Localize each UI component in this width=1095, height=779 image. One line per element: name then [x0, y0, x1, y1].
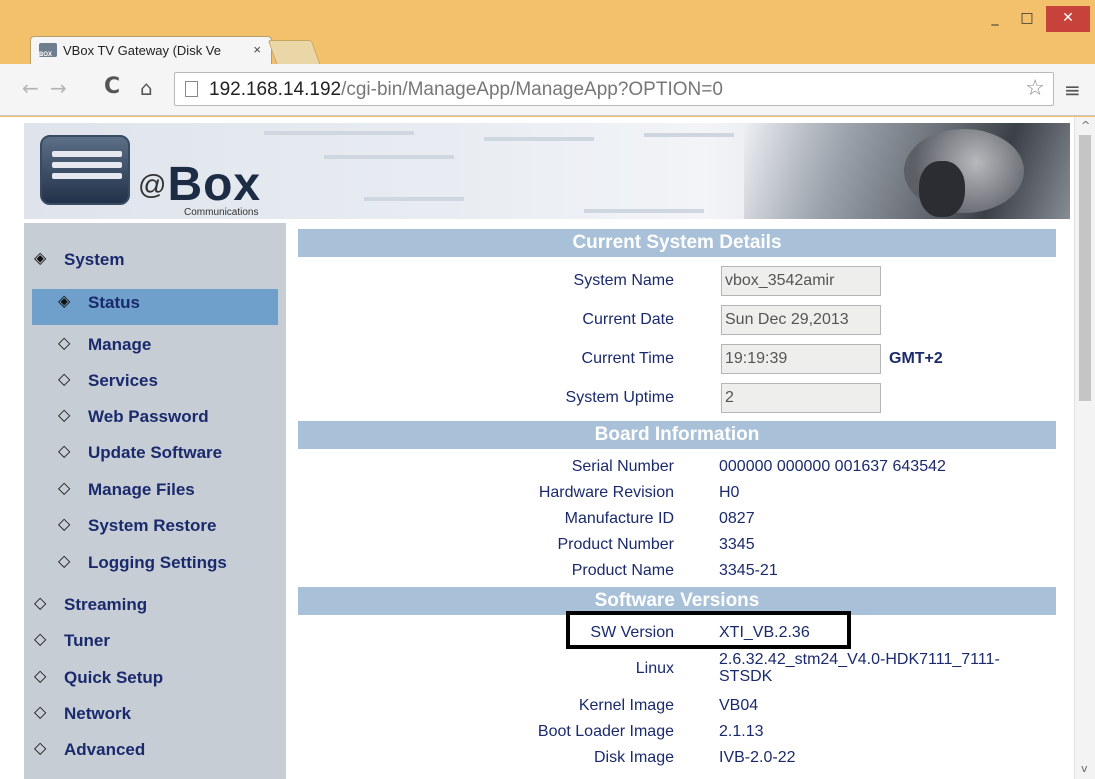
- new-tab-button[interactable]: [267, 40, 321, 64]
- sidebar-item-manage-files[interactable]: ◇ Manage Files: [24, 476, 286, 506]
- current-date-label: Current Date: [582, 311, 674, 328]
- header-banner: @Box Communications: [24, 123, 1070, 219]
- disk-image-value: IVB-2.0-22: [719, 749, 796, 766]
- boot-loader-image-label: Boot Loader Image: [537, 723, 674, 740]
- sidebar-item-streaming[interactable]: ◇ Streaming: [24, 591, 286, 621]
- browser-toolbar: ← → C ⌂ 192.168.14.192/cgi-bin/ManageApp…: [0, 64, 1095, 116]
- diamond-icon: ◇: [34, 738, 47, 757]
- banner-photo-remote: [919, 161, 965, 217]
- scroll-thumb[interactable]: [1079, 135, 1091, 401]
- sidebar-item-status[interactable]: ◈ Status: [32, 289, 278, 325]
- product-name-label: Product Name: [571, 562, 674, 579]
- diamond-icon: ◇: [58, 333, 71, 352]
- sidebar-item-system-restore[interactable]: ◇ System Restore: [24, 512, 286, 542]
- hardware-revision-label: Hardware Revision: [538, 484, 674, 501]
- sw-version-highlight-box: [566, 611, 851, 649]
- uptime-field[interactable]: 2: [721, 383, 881, 413]
- home-icon[interactable]: ⌂: [140, 76, 153, 100]
- diamond-icon: ◇: [58, 514, 71, 533]
- kernel-image-label: Kernel Image: [578, 697, 674, 714]
- manufacture-id-value: 0827: [719, 510, 755, 527]
- diamond-icon: ◇: [34, 666, 47, 685]
- kernel-image-value: VB04: [719, 697, 759, 714]
- diamond-icon: ◇: [58, 369, 71, 388]
- serial-number-value: 000000 000000 001637 643542: [719, 458, 946, 475]
- url-path: /cgi-bin/ManageApp/ManageApp?OPTION=0: [341, 79, 723, 100]
- diamond-filled-icon: ◈: [34, 248, 47, 267]
- sidebar-item-system[interactable]: ◈ System: [24, 246, 286, 276]
- manufacture-id-label: Manufacture ID: [564, 510, 674, 527]
- sidebar-item-network[interactable]: ◇ Network: [24, 700, 286, 730]
- star-icon[interactable]: ☆: [1025, 76, 1045, 101]
- menu-icon[interactable]: ≡: [1064, 78, 1081, 102]
- page-content: @Box Communications ◈ System ◈ Status ◇ Man…: [0, 117, 1095, 779]
- diamond-icon: ◇: [58, 551, 71, 570]
- sidebar-item-update-software[interactable]: ◇ Update Software: [24, 439, 286, 469]
- tab-close-icon[interactable]: ×: [253, 42, 261, 57]
- logo-subtitle: Communications: [184, 207, 259, 218]
- diamond-icon: ◇: [34, 593, 47, 612]
- maximize-button[interactable]: □: [1012, 6, 1042, 32]
- sidebar-item-tuner[interactable]: ◇ Tuner: [24, 627, 286, 657]
- product-name-value: 3345-21: [719, 562, 778, 579]
- banner-decoration: [644, 133, 734, 137]
- scroll-down-icon[interactable]: v: [1081, 762, 1088, 775]
- vertical-scrollbar[interactable]: ^ v: [1074, 117, 1095, 779]
- timezone-label: GMT+2: [889, 350, 943, 367]
- sidebar-item-services[interactable]: ◇ Services: [24, 367, 286, 397]
- diamond-filled-icon: ◈: [58, 291, 71, 310]
- banner-decoration: [264, 131, 414, 135]
- uptime-label: System Uptime: [565, 389, 674, 406]
- diamond-icon: ◇: [34, 702, 47, 721]
- linux-label: Linux: [635, 660, 674, 677]
- current-time-label: Current Time: [581, 350, 674, 367]
- address-bar[interactable]: 192.168.14.192/cgi-bin/ManageApp/ManageA…: [174, 72, 1054, 106]
- banner-decoration: [364, 197, 464, 201]
- logo-wordmark: @Box: [138, 158, 262, 211]
- product-number-label: Product Number: [557, 536, 675, 553]
- banner-decoration: [484, 137, 594, 141]
- linux-value: 2.6.32.42_stm24_V4.0-HDK7111_7111-STSDK: [719, 651, 1000, 685]
- minimize-button[interactable]: _: [980, 6, 1010, 32]
- serial-number-label: Serial Number: [571, 458, 674, 475]
- current-time-field[interactable]: 19:19:39: [721, 344, 881, 374]
- reload-icon[interactable]: C: [104, 74, 120, 99]
- section-header-board-info: Board Information: [298, 421, 1056, 449]
- banner-decoration: [324, 155, 454, 159]
- disk-image-label: Disk Image: [593, 749, 674, 766]
- diamond-icon: ◇: [58, 478, 71, 497]
- browser-window: _ □ ✕ VBox TV Gateway (Disk Ve × ← → C ⌂…: [0, 0, 1095, 779]
- vbox-logo-icon: [40, 135, 130, 205]
- diamond-icon: ◇: [58, 405, 71, 424]
- system-name-field[interactable]: vbox_3542amir: [721, 266, 881, 296]
- current-date-field[interactable]: Sun Dec 29,2013: [721, 305, 881, 335]
- diamond-icon: ◇: [34, 629, 47, 648]
- title-bar: _ □ ✕ VBox TV Gateway (Disk Ve ×: [0, 0, 1095, 64]
- tab-title: VBox TV Gateway (Disk Ve: [63, 43, 221, 58]
- close-window-button[interactable]: ✕: [1046, 6, 1090, 32]
- system-name-label: System Name: [573, 272, 674, 289]
- banner-decoration: [584, 209, 704, 213]
- back-icon[interactable]: ←: [22, 76, 39, 100]
- sidebar-item-quick-setup[interactable]: ◇ Quick Setup: [24, 664, 286, 694]
- url-text[interactable]: 192.168.14.192/cgi-bin/ManageApp/ManageA…: [209, 79, 723, 101]
- forward-icon[interactable]: →: [50, 76, 67, 100]
- vbox-favicon-icon: [39, 43, 57, 58]
- hardware-revision-value: H0: [719, 484, 740, 501]
- url-host: 192.168.14.192: [209, 79, 342, 100]
- main-panel: Current System Details System Name vbox_…: [298, 229, 1056, 779]
- sidebar-item-web-password[interactable]: ◇ Web Password: [24, 403, 286, 433]
- boot-loader-image-value: 2.1.13: [719, 723, 764, 740]
- scroll-up-icon[interactable]: ^: [1081, 119, 1090, 132]
- section-header-system-details: Current System Details: [298, 229, 1056, 257]
- sidebar-nav: ◈ System ◈ Status ◇ Manage ◇ Services ◇ Web P…: [24, 223, 286, 779]
- browser-tab[interactable]: VBox TV Gateway (Disk Ve ×: [30, 36, 272, 64]
- product-number-value: 3345: [719, 536, 755, 553]
- diamond-icon: ◇: [58, 441, 71, 460]
- sidebar-item-manage[interactable]: ◇ Manage: [24, 331, 286, 361]
- sidebar-item-logging-settings[interactable]: ◇ Logging Settings: [24, 549, 286, 579]
- page-icon: [185, 81, 198, 97]
- sidebar-item-advanced[interactable]: ◇ Advanced: [24, 736, 286, 766]
